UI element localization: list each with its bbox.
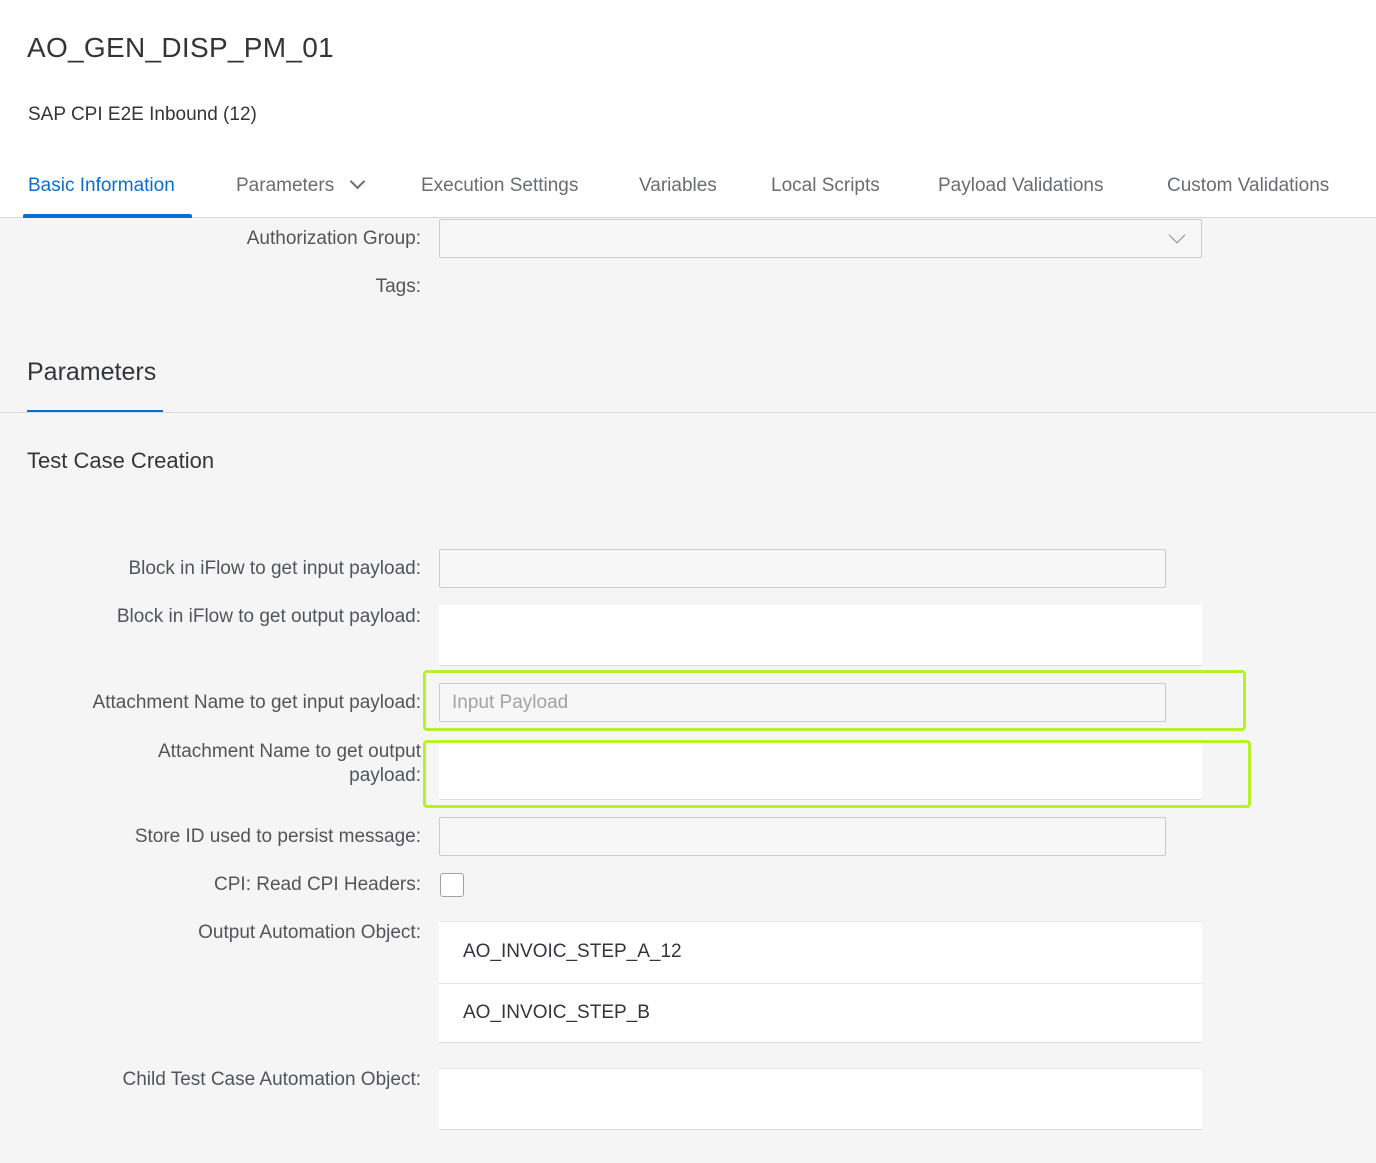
attachment-input-placeholder: Input Payload: [452, 692, 569, 713]
output-ao-label: Output Automation Object:: [198, 922, 421, 943]
block-input-field[interactable]: [439, 549, 1166, 588]
block-input-label: Block in iFlow to get input payload:: [128, 558, 421, 579]
block-output-label: Block in iFlow to get output payload:: [116, 606, 421, 627]
page-subtitle: SAP CPI E2E Inbound (12): [28, 104, 257, 125]
authorization-group-label: Authorization Group:: [246, 228, 421, 249]
tags-label: Tags:: [375, 276, 421, 297]
page-title: AO_GEN_DISP_PM_01: [27, 32, 335, 63]
store-id-label: Store ID used to persist message:: [134, 826, 421, 847]
section-divider: [0, 412, 1376, 413]
child-ao-field[interactable]: [439, 1068, 1202, 1130]
tab-local-scripts[interactable]: Local Scripts: [771, 175, 880, 197]
output-ao-list: AO_INVOIC_STEP_A_12 AO_INVOIC_STEP_B: [439, 921, 1202, 1043]
list-item[interactable]: AO_INVOIC_STEP_A_12: [463, 941, 682, 963]
authorization-group-select[interactable]: [439, 219, 1202, 258]
block-output-field[interactable]: [439, 605, 1202, 666]
tab-bar: Basic Information Parameters Execution S…: [0, 160, 1376, 218]
store-id-field[interactable]: [439, 817, 1166, 856]
chevron-down-icon: [349, 173, 366, 190]
tab-parameters-label: Parameters: [236, 175, 335, 196]
subsection-title-test-case-creation: Test Case Creation: [27, 448, 215, 473]
tab-execution-settings[interactable]: Execution Settings: [421, 175, 578, 197]
tab-payload-validations[interactable]: Payload Validations: [938, 175, 1103, 197]
attachment-output-label: Attachment Name to get output payload:: [158, 741, 421, 786]
tab-custom-validations[interactable]: Custom Validations: [1167, 175, 1329, 197]
object-header: AO_GEN_DISP_PM_01 SAP CPI E2E Inbound (1…: [0, 0, 1376, 218]
tab-variables[interactable]: Variables: [639, 175, 717, 197]
tab-parameters[interactable]: Parameters: [236, 173, 366, 197]
list-divider: [439, 983, 1202, 984]
section-title-parameters: Parameters: [27, 358, 157, 386]
attachment-input-label: Attachment Name to get input payload:: [92, 692, 421, 713]
list-item[interactable]: AO_INVOIC_STEP_B: [463, 1002, 650, 1024]
attachment-output-field[interactable]: [439, 743, 1202, 800]
child-ao-label: Child Test Case Automation Object:: [122, 1069, 421, 1090]
cpi-headers-label: CPI: Read CPI Headers:: [214, 874, 421, 895]
attachment-input-field[interactable]: Input Payload: [439, 683, 1166, 722]
active-tab-indicator: [23, 214, 192, 218]
cpi-headers-checkbox[interactable]: [440, 873, 464, 897]
chevron-down-icon[interactable]: [1168, 226, 1186, 244]
tab-basic-information[interactable]: Basic Information: [28, 175, 175, 197]
